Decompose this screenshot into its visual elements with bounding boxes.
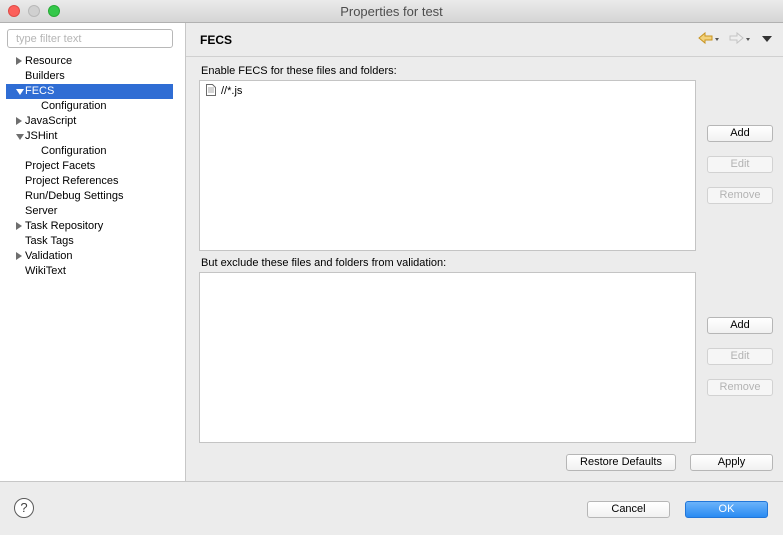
tree-item-label: WikiText: [25, 265, 66, 277]
tree-item-fecs[interactable]: FECS: [6, 84, 173, 99]
menu-triangle-icon: [762, 36, 772, 42]
restore-defaults-button[interactable]: Restore Defaults: [566, 454, 676, 471]
include-label: Enable FECS for these files and folders:: [201, 65, 397, 77]
tree-item-label: Project References: [25, 175, 119, 187]
exclude-edit-button[interactable]: Edit: [707, 348, 773, 365]
category-panel: Resource Builders FECS Configuration JavaScr…: [0, 23, 186, 481]
expand-triangle-icon[interactable]: [16, 57, 22, 65]
collapse-triangle-icon[interactable]: [16, 89, 24, 95]
back-arrow-icon: [698, 31, 719, 45]
title-bar: Properties for test: [0, 0, 783, 23]
include-add-button[interactable]: Add: [707, 125, 773, 142]
ok-button[interactable]: OK: [685, 501, 768, 518]
tree-item-javascript[interactable]: JavaScript: [0, 114, 185, 129]
tree-item-label: Project Facets: [25, 160, 96, 172]
window-title: Properties for test: [340, 4, 443, 19]
tree-item-task-tags[interactable]: Task Tags: [0, 234, 185, 249]
apply-button[interactable]: Apply: [690, 454, 773, 471]
tree-item-label: Run/Debug Settings: [25, 190, 124, 202]
include-list[interactable]: //*.js: [199, 80, 696, 251]
exclude-label: But exclude these files and folders from…: [201, 257, 447, 269]
tree-item-run-debug-settings[interactable]: Run/Debug Settings: [0, 189, 185, 204]
tree-item-label: JavaScript: [25, 115, 77, 127]
forward-arrow-icon: [729, 31, 750, 45]
exclude-add-button[interactable]: Add: [707, 317, 773, 334]
tree-item-label: Configuration: [41, 145, 107, 157]
tree-item-label: Configuration: [41, 100, 107, 112]
collapse-triangle-icon[interactable]: [16, 134, 24, 140]
tree-item-label: JSHint: [25, 130, 58, 142]
tree-item-label: FECS: [25, 85, 55, 97]
expand-triangle-icon[interactable]: [16, 222, 22, 230]
properties-dialog: Properties for test Resource Builders FECS…: [0, 0, 783, 535]
tree-item-label: Server: [25, 205, 58, 217]
tree-item-configuration[interactable]: Configuration: [0, 144, 185, 159]
tree-item-label: Resource: [25, 55, 73, 67]
category-tree: Resource Builders FECS Configuration JavaScr…: [0, 54, 185, 279]
tree-item-jshint[interactable]: JSHint: [0, 129, 185, 144]
tree-item-resource[interactable]: Resource: [0, 54, 185, 69]
list-item-label: //*.js: [221, 85, 243, 97]
footer-separator: [0, 481, 783, 482]
file-icon: [206, 84, 216, 96]
tree-item-server[interactable]: Server: [0, 204, 185, 219]
tree-item-builders[interactable]: Builders: [0, 69, 185, 84]
exclude-list[interactable]: [199, 272, 696, 443]
include-remove-button[interactable]: Remove: [707, 187, 773, 204]
tree-item-label: Task Tags: [25, 235, 74, 247]
tree-item-configuration[interactable]: Configuration: [0, 99, 185, 114]
help-button[interactable]: ?: [14, 498, 34, 518]
expand-triangle-icon[interactable]: [16, 117, 22, 125]
filter-input[interactable]: [7, 29, 173, 48]
tree-item-label: Task Repository: [25, 220, 104, 232]
header-separator: [186, 56, 783, 57]
tree-item-project-facets[interactable]: Project Facets: [0, 159, 185, 174]
expand-triangle-icon[interactable]: [16, 252, 22, 260]
tree-item-label: Builders: [25, 70, 65, 82]
cancel-button[interactable]: Cancel: [587, 501, 670, 518]
forward-button[interactable]: [729, 31, 751, 47]
tree-item-task-repository[interactable]: Task Repository: [0, 219, 185, 234]
tree-item-validation[interactable]: Validation: [0, 249, 185, 264]
include-edit-button[interactable]: Edit: [707, 156, 773, 173]
tree-item-project-references[interactable]: Project References: [0, 174, 185, 189]
back-button[interactable]: [698, 31, 720, 47]
tree-item-label: Validation: [25, 250, 73, 262]
page-title: FECS: [200, 33, 233, 47]
exclude-remove-button[interactable]: Remove: [707, 379, 773, 396]
view-menu-button[interactable]: [761, 31, 773, 47]
tree-item-wikitext[interactable]: WikiText: [0, 264, 185, 279]
